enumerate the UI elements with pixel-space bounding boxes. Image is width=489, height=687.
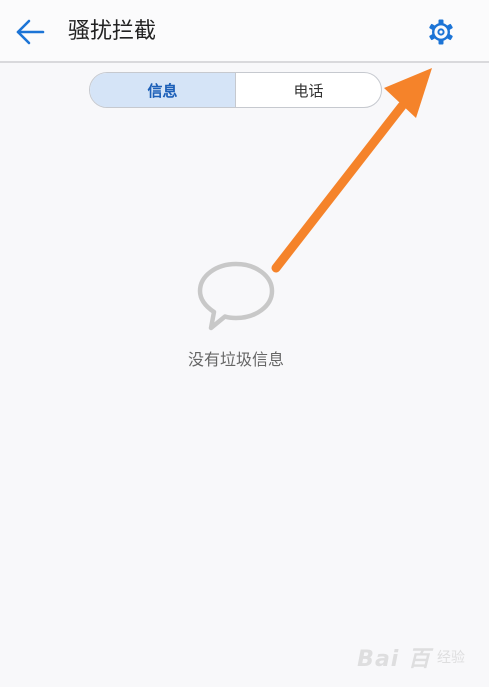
tab-messages[interactable]: 信息 <box>90 73 236 107</box>
header-divider <box>0 61 489 63</box>
settings-button[interactable] <box>423 14 459 50</box>
app-header: 骚扰拦截 <box>0 0 489 62</box>
segmented-tabs: 信息 电话 <box>89 72 382 108</box>
empty-state-text: 没有垃圾信息 <box>187 350 284 369</box>
page-title: 骚扰拦截 <box>68 19 157 44</box>
watermark-logo: Bai 百 <box>357 647 431 672</box>
chat-bubble-icon <box>197 261 275 331</box>
watermark-text: 经验 <box>437 650 465 666</box>
watermark: Bai 百 经验 <box>357 641 465 673</box>
arrow-left-icon <box>16 19 45 45</box>
back-button[interactable] <box>12 14 48 50</box>
tab-calls[interactable]: 电话 <box>236 73 381 107</box>
gear-icon <box>429 19 453 45</box>
screen: 骚扰拦截 信息 电话 没有垃圾信息 Bai 百 经验 <box>0 0 489 687</box>
